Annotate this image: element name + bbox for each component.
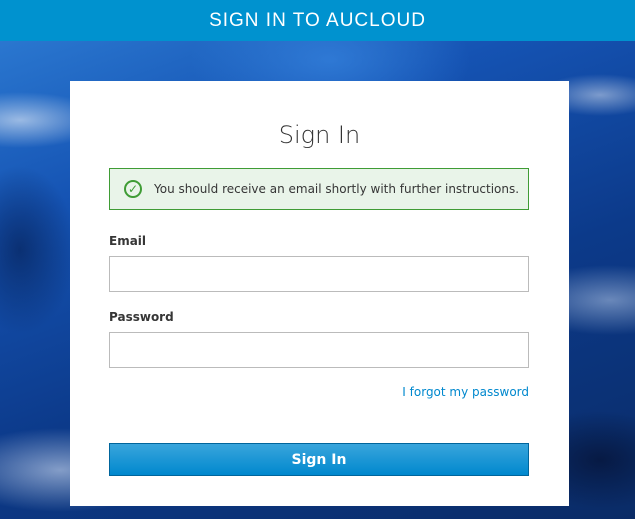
check-circle-icon: ✓: [124, 180, 142, 198]
password-field[interactable]: [109, 332, 529, 368]
page-header-title: SIGN IN TO AUCLOUD: [209, 9, 426, 31]
success-alert: ✓ You should receive an email shortly wi…: [109, 168, 529, 210]
login-card: Sign In ✓ You should receive an email sh…: [70, 81, 569, 506]
email-field[interactable]: [109, 256, 529, 292]
card-title: Sign In: [278, 121, 361, 149]
alert-message: You should receive an email shortly with…: [154, 182, 520, 196]
page-header: SIGN IN TO AUCLOUD: [0, 0, 635, 41]
email-label: Email: [109, 234, 147, 248]
password-label: Password: [109, 310, 174, 324]
sign-in-button[interactable]: Sign In: [109, 443, 529, 476]
forgot-password-link[interactable]: I forgot my password: [402, 385, 529, 399]
